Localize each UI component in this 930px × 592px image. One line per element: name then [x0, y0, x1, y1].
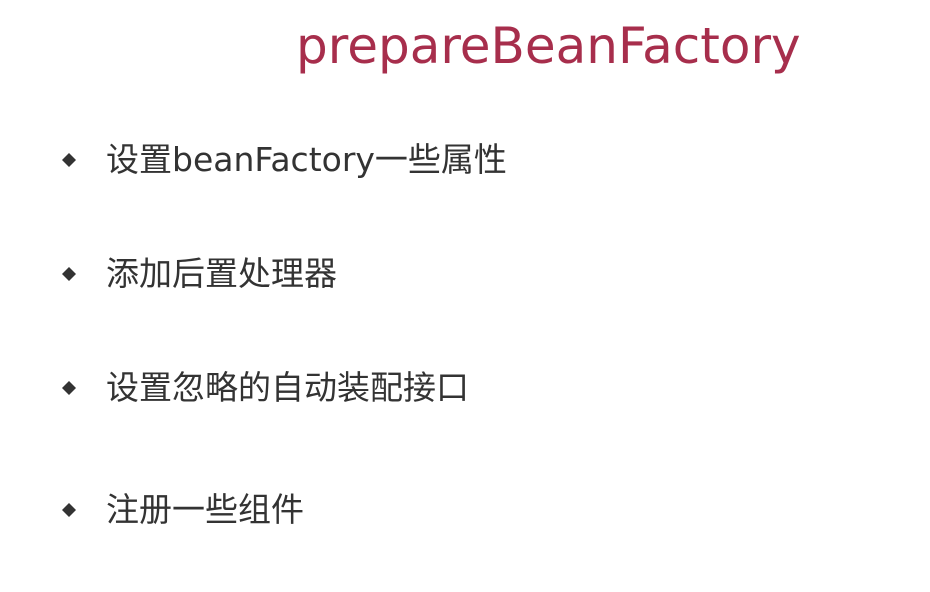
diamond-bullet-icon — [62, 267, 76, 281]
diamond-bullet-icon — [62, 503, 76, 517]
slide: prepareBeanFactory 设置beanFactory一些属性 添加后… — [0, 0, 930, 592]
bullet-item: 添加后置处理器 — [62, 252, 337, 296]
bullet-text: 设置beanFactory一些属性 — [106, 140, 507, 179]
bullet-item: 注册一些组件 — [62, 488, 304, 532]
diamond-bullet-icon — [62, 381, 76, 395]
bullet-item: 设置beanFactory一些属性 — [62, 138, 507, 182]
bullet-text: 注册一些组件 — [106, 490, 304, 529]
diamond-bullet-icon — [62, 153, 76, 167]
bullet-text: 添加后置处理器 — [106, 254, 337, 293]
bullet-item: 设置忽略的自动装配接口 — [62, 366, 469, 410]
bullet-list: 设置beanFactory一些属性 添加后置处理器 设置忽略的自动装配接口 注册… — [0, 0, 930, 592]
bullet-text: 设置忽略的自动装配接口 — [106, 368, 469, 407]
